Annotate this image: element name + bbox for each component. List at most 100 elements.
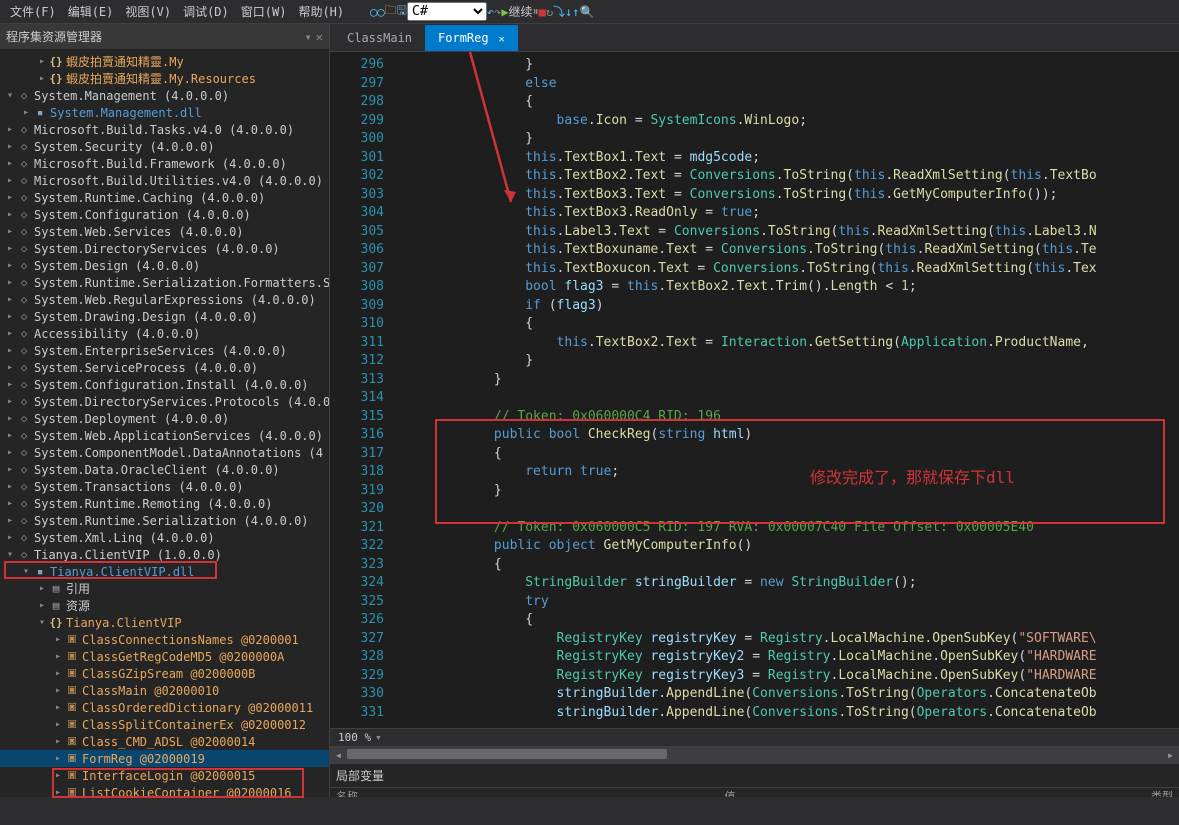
code-line[interactable]: RegistryKey registryKey = Registry.Local… (400, 630, 1179, 649)
code-line[interactable]: { (400, 556, 1179, 575)
tree-node[interactable]: ▸◇System.Configuration (4.0.0.0) (0, 206, 329, 223)
tree-node[interactable]: ▸◇Microsoft.Build.Framework (4.0.0.0) (0, 155, 329, 172)
expand-arrow-icon[interactable]: ▸ (4, 379, 16, 390)
expand-arrow-icon[interactable]: ▸ (4, 532, 16, 543)
expand-arrow-icon[interactable]: ▸ (52, 634, 64, 645)
tree-node[interactable]: ▸◇System.Data.OracleClient (4.0.0.0) (0, 461, 329, 478)
tree-node[interactable]: ▸◇System.Web.ApplicationServices (4.0.0.… (0, 427, 329, 444)
restart-icon[interactable]: ↻ (546, 5, 553, 19)
code-line[interactable]: { (400, 93, 1179, 112)
scroll-right-icon[interactable]: ▸ (1162, 746, 1179, 763)
code-line[interactable]: // Token: 0x060000C5 RID: 197 RVA: 0x000… (400, 519, 1179, 538)
editor-tab[interactable]: FormReg✕ (425, 25, 518, 51)
panel-close-icon[interactable]: ✕ (316, 30, 323, 44)
step-over-icon[interactable]: ⤵ (553, 3, 565, 20)
tab-close-icon[interactable]: ✕ (499, 34, 505, 45)
search-icon[interactable]: 🔍 (580, 5, 595, 19)
assembly-tree[interactable]: ▸{}蝦皮拍賣通知精靈.My▸{}蝦皮拍賣通知精靈.My.Resources▾◇… (0, 49, 329, 797)
tree-node[interactable]: ▸◇System.EnterpriseServices (4.0.0.0) (0, 342, 329, 359)
nav-back-icon[interactable]: ◯ (370, 5, 377, 19)
expand-arrow-icon[interactable]: ▸ (4, 277, 16, 288)
col-value[interactable]: 值 (725, 788, 1114, 797)
code-line[interactable]: try (400, 593, 1179, 612)
expand-arrow-icon[interactable]: ▸ (4, 481, 16, 492)
expand-arrow-icon[interactable]: ▸ (4, 362, 16, 373)
code-line[interactable]: public bool CheckReg(string html) (400, 426, 1179, 445)
code-line[interactable]: else (400, 75, 1179, 94)
tree-node[interactable]: ▸◇System.Web.RegularExpressions (4.0.0.0… (0, 291, 329, 308)
expand-arrow-icon[interactable]: ▸ (52, 787, 64, 797)
expand-arrow-icon[interactable]: ▸ (4, 464, 16, 475)
redo-icon[interactable]: ↷ (494, 5, 501, 19)
expand-arrow-icon[interactable]: ▸ (4, 209, 16, 220)
tree-node[interactable]: ▸▤引用 (0, 580, 329, 597)
col-type[interactable]: 类型 (1113, 788, 1173, 797)
tree-node[interactable]: ▸🞖ClassSplitContainerEx @02000012 (0, 716, 329, 733)
tree-node[interactable]: ▸◇System.Runtime.Remoting (4.0.0.0) (0, 495, 329, 512)
tree-node[interactable]: ▸🞖ClassGZipSream @0200000B (0, 665, 329, 682)
code-line[interactable]: this.TextBox2.Text = Interaction.GetSett… (400, 334, 1179, 353)
zoom-dropdown-icon[interactable]: ▾ (375, 731, 382, 744)
zoom-label[interactable]: 100 % (338, 731, 371, 744)
tree-node[interactable]: ▸◇Accessibility (4.0.0.0) (0, 325, 329, 342)
tree-node[interactable]: ▸◇System.Runtime.Serialization (4.0.0.0) (0, 512, 329, 529)
code-line[interactable]: { (400, 315, 1179, 334)
expand-arrow-icon[interactable]: ▾ (36, 617, 48, 628)
code-line[interactable]: this.TextBox3.ReadOnly = true; (400, 204, 1179, 223)
stop-icon[interactable]: ■ (539, 5, 546, 19)
tree-node[interactable]: ▸🞖FormReg @02000019 (0, 750, 329, 767)
expand-arrow-icon[interactable]: ▸ (4, 447, 16, 458)
expand-arrow-icon[interactable]: ▾ (4, 549, 16, 560)
tree-node[interactable]: ▸◇System.Transactions (4.0.0.0) (0, 478, 329, 495)
code-line[interactable] (400, 389, 1179, 408)
expand-arrow-icon[interactable]: ▸ (4, 396, 16, 407)
expand-arrow-icon[interactable]: ▸ (4, 294, 16, 305)
save-icon[interactable]: 🖫 (397, 1, 407, 22)
scroll-thumb[interactable] (347, 749, 667, 759)
run-icon[interactable]: ▶ (501, 5, 508, 19)
expand-arrow-icon[interactable]: ▸ (52, 685, 64, 696)
code-line[interactable]: return true; (400, 463, 1179, 482)
code-line[interactable]: // Token: 0x060000C4 RID: 196 (400, 408, 1179, 427)
language-select[interactable]: C# (407, 2, 487, 21)
expand-arrow-icon[interactable]: ▸ (4, 498, 16, 509)
tree-node[interactable]: ▸◇System.DirectoryServices (4.0.0.0) (0, 240, 329, 257)
code-line[interactable]: stringBuilder.AppendLine(Conversions.ToS… (400, 685, 1179, 704)
expand-arrow-icon[interactable]: ▸ (4, 413, 16, 424)
tree-node[interactable]: ▸🞖ClassOrderedDictionary @02000011 (0, 699, 329, 716)
tree-node[interactable]: ▾▪Tianya.ClientVIP.dll (0, 563, 329, 580)
menu-file[interactable]: 文件(F) (4, 1, 62, 22)
expand-arrow-icon[interactable]: ▸ (4, 141, 16, 152)
expand-arrow-icon[interactable]: ▸ (4, 260, 16, 271)
expand-arrow-icon[interactable]: ▾ (20, 566, 32, 577)
expand-arrow-icon[interactable]: ▸ (4, 515, 16, 526)
tree-node[interactable]: ▸🞖Class_CMD_ADSL @02000014 (0, 733, 329, 750)
code-line[interactable]: this.TextBoxuname.Text = Conversions.ToS… (400, 241, 1179, 260)
tree-node[interactable]: ▸{}蝦皮拍賣通知精靈.My (0, 53, 329, 70)
code-line[interactable]: } (400, 56, 1179, 75)
tree-node[interactable]: ▸◇System.Runtime.Caching (4.0.0.0) (0, 189, 329, 206)
expand-arrow-icon[interactable]: ▸ (4, 124, 16, 135)
code-line[interactable]: { (400, 445, 1179, 464)
run-label[interactable]: 继续 (509, 3, 533, 20)
expand-arrow-icon[interactable]: ▸ (4, 345, 16, 356)
code-line[interactable]: { (400, 611, 1179, 630)
code-line[interactable]: public object GetMyComputerInfo() (400, 537, 1179, 556)
col-name[interactable]: 名称 (336, 788, 725, 797)
menu-edit[interactable]: 编辑(E) (62, 1, 120, 22)
nav-fwd-icon[interactable]: ◯ (377, 5, 384, 19)
tree-node[interactable]: ▸▤资源 (0, 597, 329, 614)
code-line[interactable]: this.TextBox1.Text = mdg5code; (400, 149, 1179, 168)
expand-arrow-icon[interactable]: ▸ (4, 243, 16, 254)
expand-arrow-icon[interactable]: ▸ (36, 56, 48, 67)
tree-node[interactable]: ▸{}蝦皮拍賣通知精靈.My.Resources (0, 70, 329, 87)
expand-arrow-icon[interactable]: ▾ (4, 90, 16, 101)
code-line[interactable]: bool flag3 = this.TextBox2.Text.Trim().L… (400, 278, 1179, 297)
tree-node[interactable]: ▸◇System.Configuration.Install (4.0.0.0) (0, 376, 329, 393)
open-icon[interactable]: 🗀 (385, 1, 397, 22)
tree-node[interactable]: ▸🞖InterfaceLogin @02000015 (0, 767, 329, 784)
expand-arrow-icon[interactable]: ▸ (4, 328, 16, 339)
tree-node[interactable]: ▸◇Microsoft.Build.Utilities.v4.0 (4.0.0.… (0, 172, 329, 189)
editor-tab[interactable]: ClassMain (334, 25, 425, 51)
tree-node[interactable]: ▸◇System.ServiceProcess (4.0.0.0) (0, 359, 329, 376)
